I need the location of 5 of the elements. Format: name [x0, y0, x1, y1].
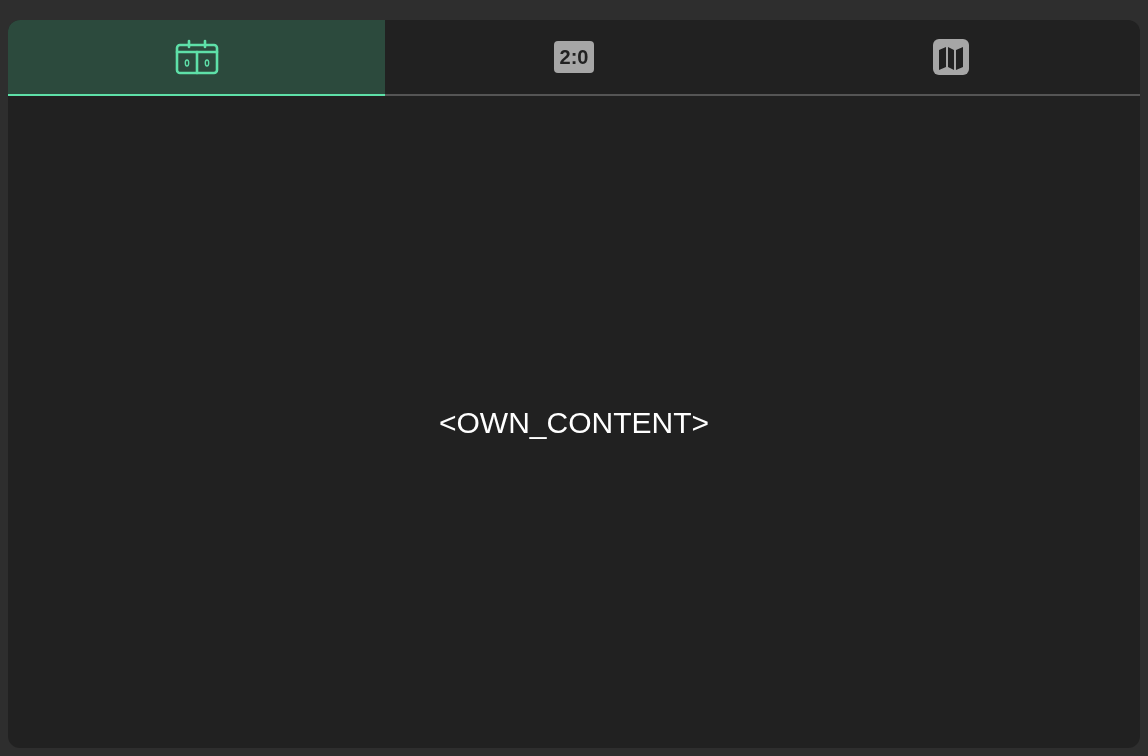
- placeholder-text: <OWN_CONTENT>: [439, 404, 709, 441]
- tab[interactable]: [8, 20, 386, 96]
- scoreboard-icon: [174, 39, 219, 75]
- tab[interactable]: 2:0: [385, 20, 763, 96]
- map-icon: [933, 39, 970, 75]
